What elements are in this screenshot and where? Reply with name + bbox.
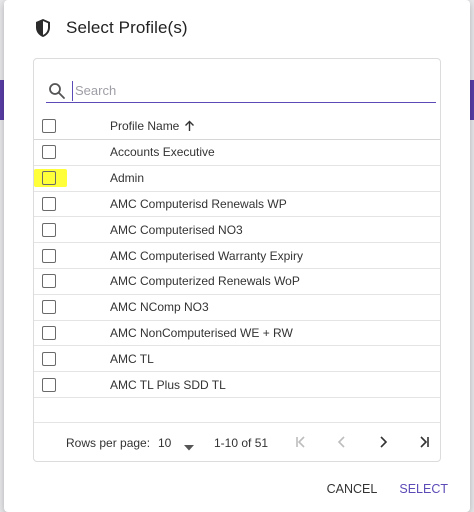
row-checkbox[interactable] [42, 196, 56, 211]
previous-page-button[interactable] [333, 434, 351, 452]
profile-name: Accounts Executive [110, 145, 215, 160]
profile-name-column-header[interactable]: Profile Name [110, 119, 195, 133]
table-row[interactable]: AMC Computerised NO3 [34, 217, 440, 244]
row-checkbox[interactable] [42, 145, 56, 160]
last-page-icon [417, 435, 431, 452]
next-page-button[interactable] [374, 434, 392, 452]
shield-icon [34, 18, 52, 38]
profile-name: AMC Computerised Warranty Expiry [110, 248, 303, 263]
profile-name: AMC Computerized Renewals WoP [110, 274, 300, 289]
table-row[interactable]: Accounts Executive [34, 140, 440, 166]
table-header: Profile Name [34, 112, 440, 140]
last-page-button[interactable] [415, 434, 433, 452]
profile-name: AMC TL Plus SDD TL [110, 377, 226, 392]
row-checkbox[interactable] [42, 222, 56, 237]
profiles-card: Profile Name Accounts Executive Admin [33, 58, 441, 462]
page-range-label: 1-10 of 51 [214, 435, 269, 450]
chevron-left-icon [335, 435, 349, 452]
table-row[interactable]: AMC TL [34, 346, 440, 373]
row-checkbox[interactable] [42, 325, 56, 340]
search-input[interactable] [72, 80, 412, 101]
select-profiles-dialog: Select Profile(s) Profile Name [4, 0, 470, 512]
table-row[interactable]: AMC Computerized Renewals WoP [34, 269, 440, 295]
row-checkbox[interactable] [42, 248, 56, 263]
search-bar [46, 79, 436, 103]
rows-per-page-select[interactable]: 10 [158, 436, 171, 450]
profile-name: AMC Computerised NO3 [110, 222, 243, 237]
rows-per-page-label: Rows per page: [66, 435, 151, 450]
caret-down-icon[interactable] [184, 440, 194, 451]
first-page-icon [294, 435, 308, 452]
table-row[interactable]: AMC TL Plus SDD TL [34, 372, 440, 398]
cancel-button[interactable]: CANCEL [327, 482, 378, 496]
profile-name: Admin [110, 171, 145, 186]
dialog-title: Select Profile(s) [66, 18, 188, 37]
row-checkbox[interactable] [42, 274, 56, 289]
background-app-edge [470, 80, 474, 120]
row-checkbox[interactable] [42, 377, 56, 392]
search-icon [48, 82, 66, 100]
table-row[interactable]: AMC NonComputerised WE + RW [34, 321, 440, 347]
profiles-table: Profile Name Accounts Executive Admin AM… [34, 112, 440, 398]
profile-name: AMC TL [110, 351, 154, 366]
table-row[interactable]: AMC Computerisd Renewals WP [34, 192, 440, 218]
row-checkbox[interactable] [42, 171, 56, 186]
chevron-right-icon [376, 435, 390, 452]
profile-name: AMC NComp NO3 [110, 300, 209, 315]
table-pagination: Rows per page: 10 1-10 of 51 [34, 422, 440, 462]
dialog-header: Select Profile(s) [34, 16, 188, 40]
first-page-button[interactable] [292, 434, 310, 452]
dialog-actions: CANCEL SELECT [327, 482, 448, 496]
select-all-checkbox[interactable] [42, 118, 56, 133]
table-row[interactable]: AMC Computerised Warranty Expiry [34, 243, 440, 269]
row-checkbox[interactable] [42, 351, 56, 366]
row-checkbox[interactable] [42, 300, 56, 315]
sort-arrow-up-icon [184, 120, 195, 132]
table-row[interactable]: Admin [34, 166, 440, 192]
column-header-label: Profile Name [110, 118, 180, 133]
table-row[interactable]: AMC NComp NO3 [34, 295, 440, 321]
profile-name: AMC Computerisd Renewals WP [110, 196, 287, 211]
select-button[interactable]: SELECT [399, 482, 448, 496]
profile-name: AMC NonComputerised WE + RW [110, 325, 293, 340]
